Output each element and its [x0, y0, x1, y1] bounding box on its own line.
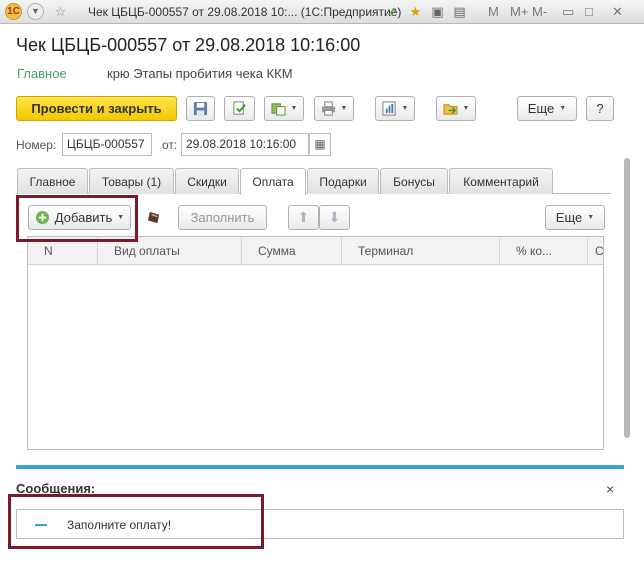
- star-icon[interactable]: ☆: [52, 3, 69, 20]
- post-and-close-label: Провести и закрыть: [31, 101, 162, 116]
- create-based-on-button[interactable]: ▼: [264, 96, 304, 121]
- chevron-down-icon: ▼: [559, 105, 567, 112]
- help-label: ?: [596, 101, 604, 116]
- close-messages-icon[interactable]: ×: [606, 481, 614, 497]
- highlight-message: [8, 494, 264, 549]
- help-button[interactable]: ?: [586, 96, 614, 121]
- card-reader-icon: [147, 211, 159, 224]
- more-actions-label: Еще: [527, 101, 555, 116]
- number-label: Номер:: [16, 138, 57, 152]
- column-header-terminal[interactable]: Терминал: [342, 237, 500, 265]
- fill-button[interactable]: Заполнить: [178, 205, 267, 230]
- memory-m-button[interactable]: M: [488, 3, 499, 20]
- calendar-icon: ▦: [314, 137, 326, 151]
- move-down-button[interactable]: ⬇: [319, 205, 350, 230]
- memory-plus-button[interactable]: M+: [510, 3, 528, 20]
- chevron-down-icon: ▼: [340, 105, 348, 112]
- chevron-down-icon: ▼: [401, 105, 409, 112]
- tab-payment[interactable]: Оплата: [240, 168, 306, 195]
- page-title: Чек ЦБЦБ-000557 от 29.08.2018 10:16:00: [16, 35, 361, 55]
- post-button[interactable]: [224, 96, 255, 121]
- scan-card-button[interactable]: [140, 205, 168, 230]
- print-button[interactable]: ▼: [314, 96, 354, 121]
- column-header-amount[interactable]: Сумма: [242, 237, 342, 265]
- reports-button[interactable]: ▼: [375, 96, 415, 121]
- messages-divider: [16, 465, 624, 469]
- tab-gifts[interactable]: Подарки: [307, 168, 379, 194]
- arrow-down-icon: ⬇: [328, 209, 341, 225]
- printer-icon: [321, 101, 335, 116]
- post-and-close-button[interactable]: Провести и закрыть: [16, 96, 177, 121]
- column-header-percent[interactable]: % ко...: [500, 237, 588, 265]
- exchange-button[interactable]: ▼: [436, 96, 476, 121]
- column-header-c[interactable]: С: [588, 237, 605, 265]
- arrow-up-icon: ⬆: [297, 209, 310, 225]
- save-button[interactable]: [186, 96, 215, 121]
- fill-label: Заполнить: [190, 210, 255, 225]
- minimize-icon[interactable]: ▭: [562, 3, 574, 20]
- tab-main[interactable]: Главное: [17, 168, 88, 194]
- link-icon[interactable]: ⇗: [384, 3, 401, 20]
- favorite-star-icon[interactable]: ★: [407, 3, 424, 20]
- tab-discounts[interactable]: Скидки: [175, 168, 239, 194]
- window-title: Чек ЦБЦБ-000557 от 29.08.2018 10:... (1С…: [88, 5, 402, 19]
- tab-comment[interactable]: Комментарий: [449, 168, 553, 194]
- scrollbar-thumb[interactable]: [624, 158, 630, 438]
- close-window-icon[interactable]: ✕: [612, 3, 623, 20]
- post-document-icon: [233, 101, 246, 115]
- move-up-button[interactable]: ⬆: [288, 205, 319, 230]
- folder-arrow-icon: [443, 104, 458, 115]
- app-logo-icon[interactable]: 1С: [5, 3, 22, 20]
- number-field[interactable]: ЦБЦБ-000557: [62, 133, 152, 156]
- maximize-icon[interactable]: □: [585, 3, 593, 20]
- menu-dropdown-icon[interactable]: ▼: [27, 3, 44, 20]
- window-titlebar: 1С ▼ ☆ Чек ЦБЦБ-000557 от 29.08.2018 10:…: [0, 0, 644, 24]
- chevron-down-icon: ▼: [290, 105, 298, 112]
- nav-main-link[interactable]: Главное: [17, 66, 67, 81]
- table-more-label: Еще: [555, 210, 583, 225]
- history-icon[interactable]: ▣: [429, 3, 446, 20]
- chevron-down-icon: ▼: [587, 214, 595, 221]
- calendar-button[interactable]: ▦: [309, 133, 331, 156]
- nav-kkm-stages-link[interactable]: крю Этапы пробития чека ККМ: [107, 66, 293, 81]
- save-icon: [193, 101, 208, 116]
- chevron-down-icon: ▼: [462, 105, 470, 112]
- payments-table[interactable]: N Вид оплаты Сумма Терминал % ко... С: [27, 236, 604, 450]
- calculator-icon[interactable]: ▤: [451, 3, 468, 20]
- highlight-add-button: [16, 195, 138, 242]
- tab-goods[interactable]: Товары (1): [89, 168, 174, 194]
- table-more-button[interactable]: Еще ▼: [545, 205, 605, 230]
- report-icon: [382, 101, 396, 116]
- date-field[interactable]: 29.08.2018 10:16:00: [181, 133, 309, 156]
- form-scrollbar[interactable]: [622, 150, 632, 450]
- create-based-icon: [271, 103, 286, 116]
- tab-bonuses[interactable]: Бонусы: [380, 168, 448, 194]
- more-actions-button[interactable]: Еще ▼: [517, 96, 577, 121]
- date-label: от:: [162, 138, 178, 152]
- memory-minus-button[interactable]: M-: [532, 3, 547, 20]
